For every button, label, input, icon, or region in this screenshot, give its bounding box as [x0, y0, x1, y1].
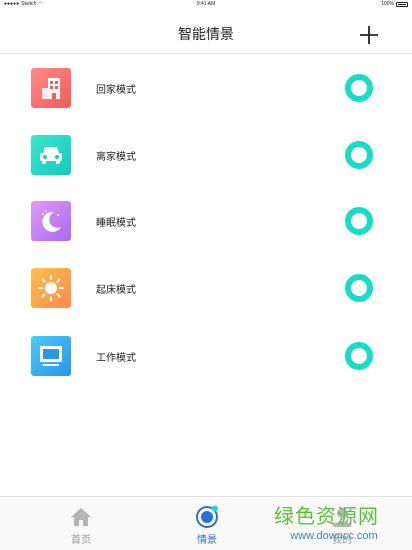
scene-row-work[interactable]: 工作模式 [0, 336, 412, 396]
scene-row-wake[interactable]: 起床模式 [0, 268, 412, 328]
sun-icon [38, 275, 64, 301]
status-bar: ●●●●● Sketch ◠ 9:41 AM 100% [0, 0, 412, 10]
watermark: 绿色资源网 www.downcc.com [274, 500, 394, 542]
scene-label: 起床模式 [96, 285, 136, 296]
scene-icon [196, 505, 218, 528]
add-scene-button[interactable] [357, 23, 381, 47]
page-title: 智能情景 [178, 26, 234, 42]
scene-label: 离家模式 [96, 152, 136, 163]
watermark-text: 绿色资源网 [274, 506, 379, 528]
scene-row-away[interactable]: 离家模式 [0, 135, 412, 195]
tab-label: 首页 [71, 535, 91, 546]
scene-toggle[interactable] [345, 141, 373, 169]
battery-icon [396, 1, 408, 7]
scene-icon-tile [31, 336, 71, 376]
battery-percent: 100% [381, 1, 394, 7]
scene-toggle[interactable] [345, 342, 373, 370]
scene-label: 工作模式 [96, 353, 136, 364]
home-icon [71, 508, 91, 526]
moon-icon [42, 210, 61, 232]
status-right: 100% [381, 1, 408, 7]
nav-bar: 智能情景 [0, 10, 412, 54]
building-icon [42, 78, 60, 99]
scene-icon-tile [31, 135, 71, 175]
scene-icon-tile [31, 268, 71, 308]
scene-toggle[interactable] [345, 274, 373, 302]
scene-row-sleep[interactable]: 睡眠模式 [0, 201, 412, 261]
watermark-url: www.downcc.com [290, 530, 378, 542]
tab-label: 情景 [197, 535, 217, 546]
car-icon [40, 147, 62, 164]
scene-label: 回家模式 [96, 85, 136, 96]
tab-home[interactable]: 首页 [41, 497, 121, 550]
scene-toggle[interactable] [345, 207, 373, 235]
monitor-icon [40, 346, 62, 366]
clock: 9:41 AM [196, 1, 216, 7]
scene-label: 睡眠模式 [96, 218, 136, 229]
scene-row-home[interactable]: 回家模式 [0, 68, 412, 128]
scene-icon-tile [31, 201, 71, 241]
scene-icon-tile [31, 68, 71, 108]
plus-icon [360, 26, 378, 44]
scene-toggle[interactable] [345, 74, 373, 102]
tab-scene[interactable]: 情景 [167, 497, 247, 550]
